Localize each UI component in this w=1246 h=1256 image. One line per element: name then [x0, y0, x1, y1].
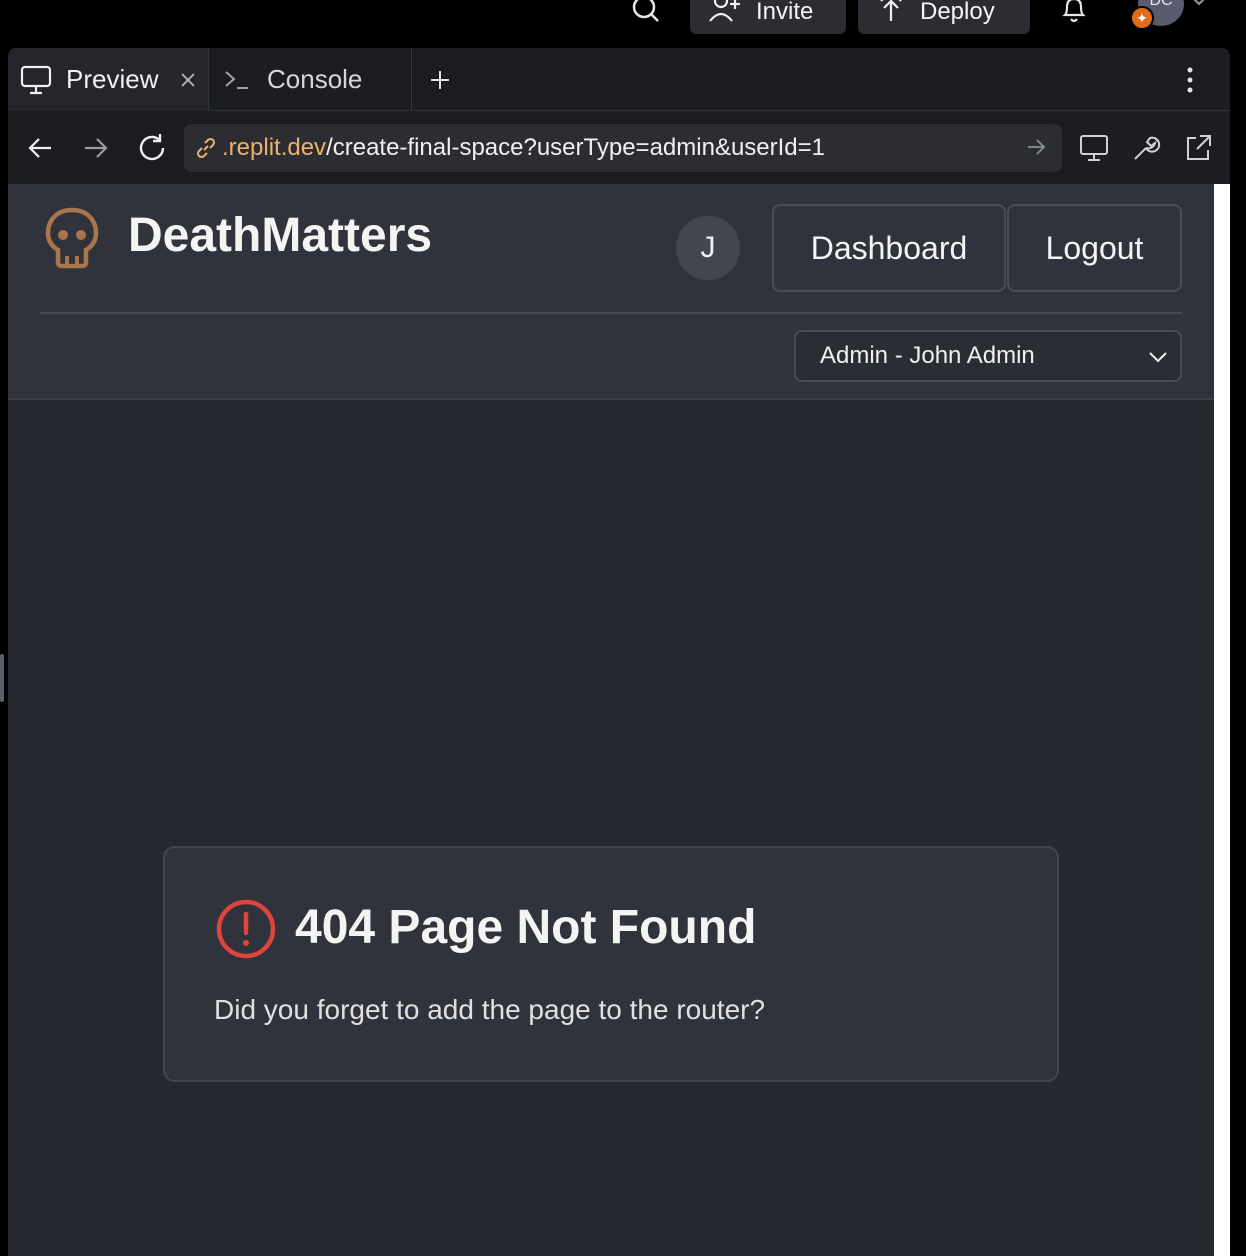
tab-preview[interactable]: Preview [8, 48, 208, 111]
account-initials: DC [1149, 0, 1173, 9]
error-message: Did you forget to add the page to the ro… [214, 994, 766, 1025]
tab-bar: Preview Console [8, 48, 1230, 111]
add-user-icon [708, 0, 742, 30]
new-tab-plus-icon[interactable] [428, 48, 468, 111]
search-icon[interactable] [626, 0, 666, 32]
tab-divider [411, 48, 412, 111]
bell-icon[interactable] [1054, 0, 1094, 32]
user-initial: J [700, 231, 716, 264]
device-preview-icon[interactable] [1076, 130, 1112, 166]
close-icon[interactable] [180, 72, 196, 88]
skull-icon [44, 206, 100, 275]
preview-panel: Preview Console .replit.dev /create-fina… [8, 48, 1230, 1256]
workspace-topbar: Invite Deploy DC ✦ [0, 0, 1246, 48]
user-select-value: Admin - John Admin [820, 342, 1035, 369]
preview-scrollbar[interactable] [1214, 184, 1230, 1256]
deploy-label: Deploy [920, 0, 995, 25]
monitor-icon [20, 65, 52, 95]
address-bar-row: .replit.dev/create-final-space?userType=… [8, 112, 1230, 184]
error-title: 404 Page Not Found [295, 901, 757, 954]
sparkle-badge-icon: ✦ [1130, 6, 1154, 30]
app-preview: DeathMatters J Dashboard Logout Admin - … [8, 184, 1214, 1256]
terminal-icon [223, 68, 251, 92]
more-vertical-icon[interactable] [1186, 48, 1210, 111]
go-arrow-icon[interactable] [1026, 137, 1046, 157]
forward-arrow-icon[interactable] [78, 130, 114, 166]
not-found-card: 404 Page Not Found Did you forget to add… [163, 846, 1059, 1082]
deploy-icon [876, 0, 906, 30]
app-header: DeathMatters J Dashboard Logout Admin - … [8, 184, 1214, 400]
dashboard-button[interactable]: Dashboard [772, 204, 1006, 292]
external-link-icon[interactable] [1180, 130, 1216, 166]
tab-console[interactable]: Console [209, 48, 411, 111]
chevron-down-icon[interactable] [1190, 0, 1208, 12]
reload-icon[interactable] [134, 130, 170, 166]
url-host: .replit.dev [222, 134, 327, 161]
user-role-select[interactable]: Admin - John Admin [794, 330, 1182, 382]
tab-preview-label: Preview [66, 64, 159, 94]
url-field[interactable]: .replit.dev/create-final-space?userType=… [184, 124, 1062, 172]
invite-button[interactable]: Invite [690, 0, 846, 34]
alert-circle-icon [215, 898, 277, 965]
header-divider [40, 312, 1182, 314]
deploy-button[interactable]: Deploy [858, 0, 1030, 34]
user-avatar[interactable]: J [676, 216, 740, 280]
chevron-down-icon [1148, 346, 1168, 374]
url-path: /create-final-space?userType=admin&userI… [326, 134, 826, 161]
back-arrow-icon[interactable] [22, 130, 58, 166]
tab-console-label: Console [267, 64, 363, 94]
link-icon [194, 136, 218, 160]
panel-resize-handle[interactable] [0, 654, 4, 702]
logout-button[interactable]: Logout [1007, 204, 1182, 292]
wrench-icon[interactable] [1128, 130, 1164, 166]
invite-label: Invite [756, 0, 814, 25]
app-title: DeathMatters [128, 209, 433, 262]
